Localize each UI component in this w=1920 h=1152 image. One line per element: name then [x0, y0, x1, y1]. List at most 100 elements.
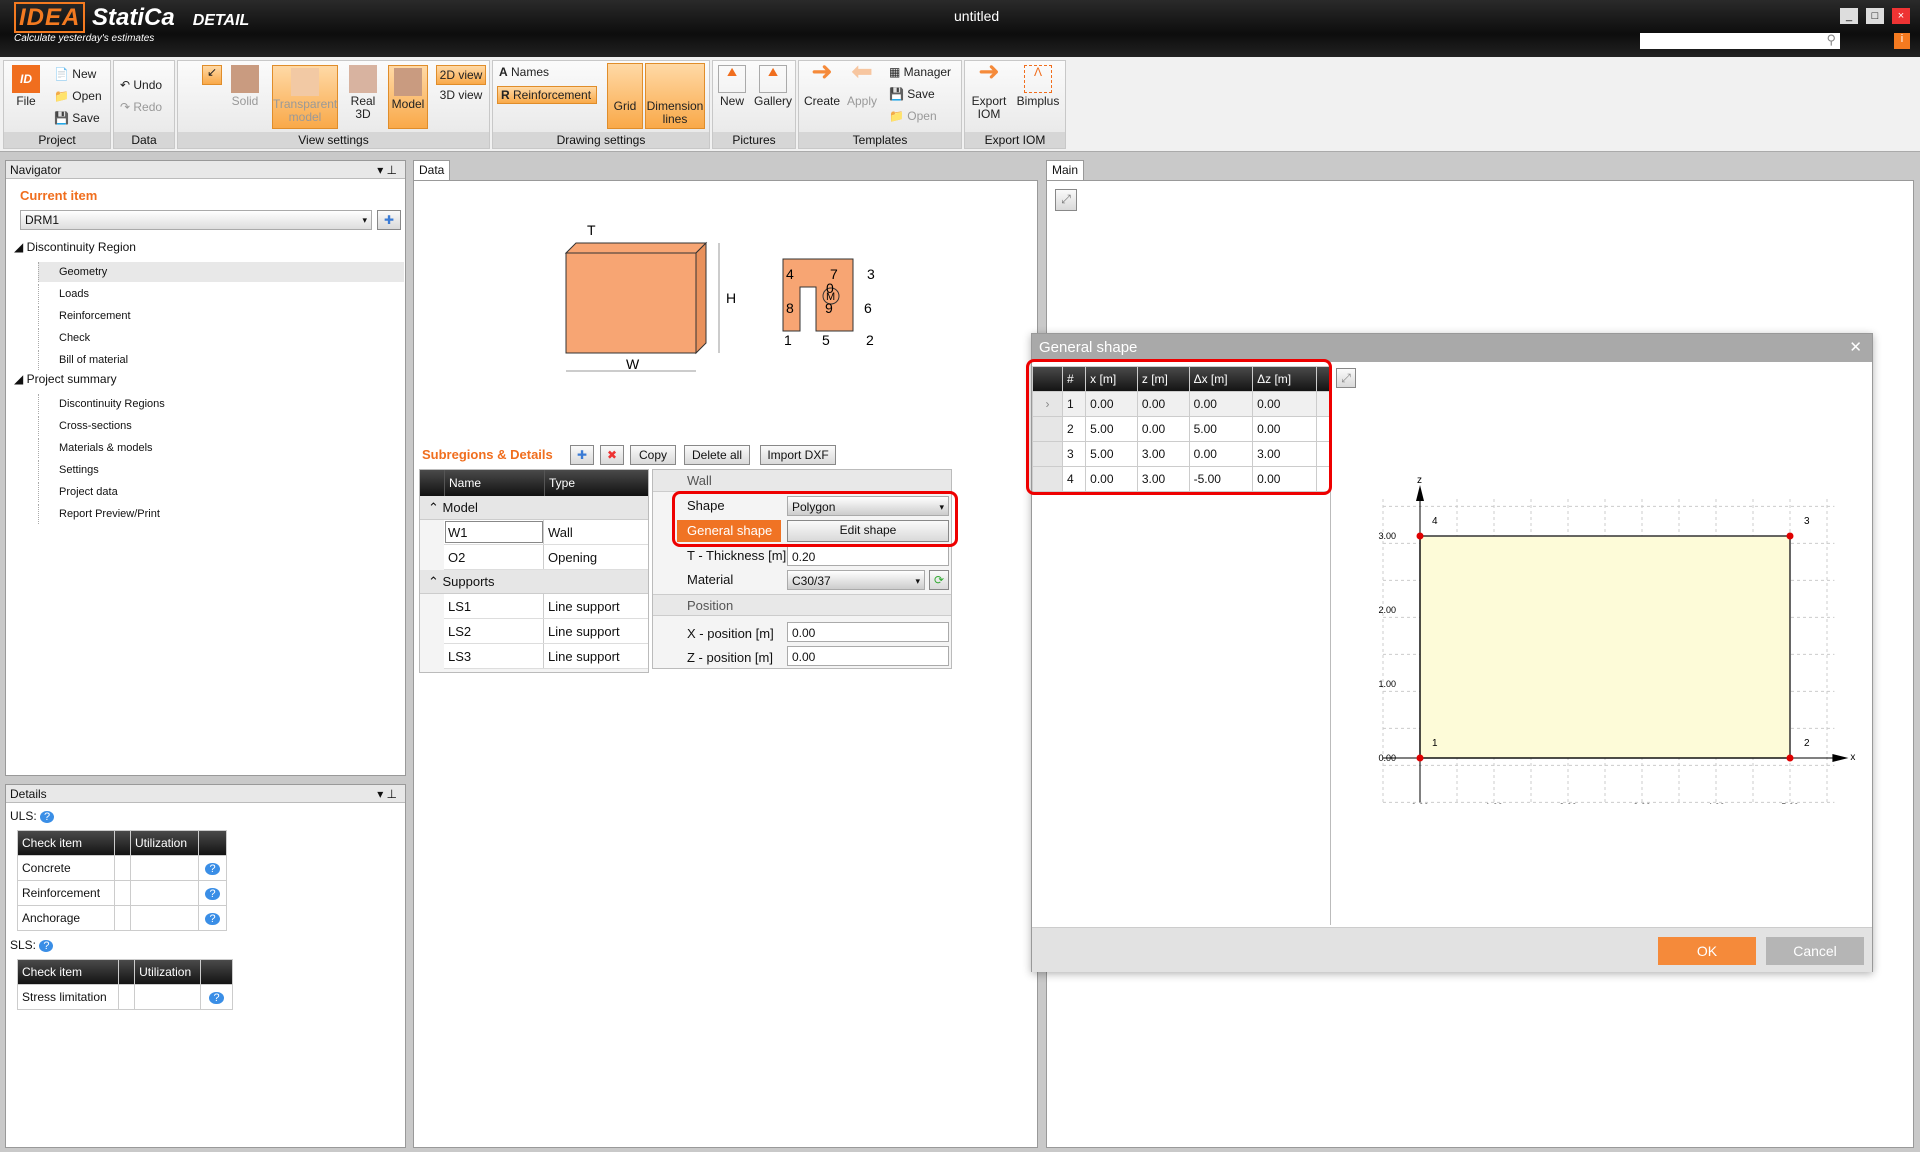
group-label: Templates [799, 132, 961, 148]
export-icon: ➜ [978, 56, 1000, 86]
general-shape-dialog: General shape ✕ # x [m] z [m] Δx [m] Δz [m] › 1… [1026, 333, 1873, 972]
undo-button[interactable]: ↶ Undo [120, 79, 162, 92]
material-label: Material [687, 572, 734, 587]
names-button[interactable]: A Names [499, 66, 549, 79]
shape-point [1416, 754, 1424, 762]
z-arrow-icon [1416, 485, 1424, 501]
help-icon[interactable]: ? [40, 811, 55, 823]
bimplus-button[interactable]: Λ Bimplus [1015, 65, 1061, 108]
point-label: 4 [1432, 516, 1438, 527]
tree-item[interactable]: Discontinuity Regions [38, 394, 404, 414]
sls-label: SLS: ? [10, 938, 54, 952]
sketch-point-label: 8 [786, 300, 794, 316]
delete-all-button[interactable]: Delete all [684, 445, 750, 465]
grid-group[interactable]: ⌃ Supports [420, 570, 648, 594]
tree-item[interactable]: Bill of material [38, 350, 404, 370]
export-iom-button[interactable]: ➜ Export IOM [969, 56, 1009, 121]
open-project-button[interactable]: 📁 Open [54, 90, 102, 103]
2d-view-button[interactable]: 2D view [436, 65, 486, 85]
gallery-button[interactable]: ⛰ Gallery [753, 65, 793, 108]
save-template-button[interactable]: 💾 Save [889, 88, 935, 101]
grid-row[interactable]: W1 Wall [444, 520, 648, 545]
x-position-input[interactable]: 0.00 [787, 622, 949, 642]
current-item-label: Current item [20, 188, 98, 203]
copy-button[interactable]: Copy [630, 445, 676, 465]
title-bar: IDEA StatiCa DETAIL Calculate yesterday's… [0, 0, 1920, 57]
row-name: LS1 [444, 594, 544, 618]
thickness-input[interactable]: 0.20 [787, 546, 949, 566]
row-name: LS2 [444, 619, 544, 643]
axis-view-button[interactable]: ↙ [202, 65, 222, 85]
close-button[interactable]: × [1892, 8, 1910, 24]
col-type[interactable]: Type [544, 470, 648, 496]
grid-group[interactable]: ⌃ Model [420, 496, 648, 520]
help-icon[interactable]: ? [205, 888, 220, 900]
z-position-input[interactable]: 0.00 [787, 646, 949, 666]
col-name[interactable]: Name [444, 470, 544, 496]
tree-item[interactable]: Project data [38, 482, 404, 502]
minimize-button[interactable]: _ [1840, 8, 1858, 24]
grid-row[interactable]: LS2 Line support [444, 619, 648, 644]
tree-item[interactable]: Check [38, 328, 404, 348]
dimension-lines-button[interactable]: Dimension lines [645, 63, 705, 129]
new-project-button[interactable]: 📄 New [54, 68, 96, 81]
help-icon[interactable]: ? [205, 863, 220, 875]
grid-row[interactable]: O2 Opening [444, 545, 648, 570]
add-subregion-button[interactable]: ✚ [570, 445, 594, 465]
real-3d-button[interactable]: Real 3D [348, 65, 378, 121]
solid-button[interactable]: Solid [230, 65, 260, 108]
import-dxf-button[interactable]: Import DXF [760, 445, 836, 465]
tree-item[interactable]: Materials & models [38, 438, 404, 458]
apply-template-button[interactable]: ⬅ Apply [845, 58, 879, 108]
help-icon[interactable]: ? [39, 940, 54, 952]
refresh-icon[interactable]: ⟳ [929, 570, 949, 590]
fullscreen-icon[interactable]: ⤢ [1336, 368, 1356, 388]
model-button[interactable]: Model [388, 65, 428, 129]
tab-main[interactable]: Main [1046, 160, 1085, 180]
tree-group[interactable]: ◢ Project summary [14, 372, 117, 386]
tree-item[interactable]: Loads [38, 284, 404, 304]
help-icon[interactable]: ? [205, 913, 220, 925]
maximize-button[interactable]: □ [1866, 8, 1884, 24]
tree-item[interactable]: Cross-sections [38, 416, 404, 436]
add-item-button[interactable]: ✚ [377, 210, 401, 230]
pin-icon[interactable]: ▾ ⊥ [377, 785, 397, 803]
grid-row[interactable]: LS1 Line support [444, 594, 648, 619]
ok-button[interactable]: OK [1658, 937, 1756, 965]
grid-row[interactable]: LS3 Line support [444, 644, 648, 669]
create-template-button[interactable]: ➜ Create [803, 58, 841, 108]
tree-item[interactable]: Geometry [38, 262, 404, 282]
redo-button[interactable]: ↷ Redo [120, 101, 162, 114]
tab-data[interactable]: Data [413, 160, 451, 180]
new-picture-button[interactable]: ⛰ New [717, 65, 747, 108]
search-input[interactable]: ⚲ [1640, 32, 1840, 49]
sketch-point-label: 2 [866, 332, 874, 348]
tree-item[interactable]: Reinforcement [38, 306, 404, 326]
info-icon[interactable]: i [1894, 33, 1910, 49]
file-button[interactable]: ID File [8, 65, 44, 108]
save-project-button[interactable]: 💾 Save [54, 112, 100, 125]
fullscreen-icon[interactable]: ⤢ [1055, 189, 1077, 211]
delete-subregion-button[interactable]: ✖ [600, 445, 624, 465]
cancel-button[interactable]: Cancel [1766, 937, 1864, 965]
material-select[interactable]: C30/37 ▾ [787, 570, 925, 590]
utilization-value [129, 855, 200, 881]
current-item-select[interactable]: DRM1 ▾ [20, 210, 372, 230]
manager-button[interactable]: ▦ Manager [889, 66, 951, 79]
open-template-button[interactable]: 📁 Open [889, 110, 937, 123]
dialog-close-button[interactable]: ✕ [1849, 334, 1862, 362]
window-title: untitled [954, 8, 1000, 24]
3d-view-button[interactable]: 3D view [436, 89, 486, 102]
help-icon[interactable]: ? [209, 992, 224, 1004]
tree-group[interactable]: ◢ Discontinuity Region [14, 240, 136, 254]
transparent-model-button[interactable]: Transparent model [272, 65, 338, 129]
group-drawing-settings: A Names R Reinforcement Grid Dimension l… [492, 60, 710, 149]
pin-icon[interactable]: ▾ ⊥ [377, 161, 397, 179]
reinforcement-button[interactable]: R Reinforcement [497, 86, 597, 104]
grid-header: Name Type [420, 470, 648, 496]
tree-item[interactable]: Settings [38, 460, 404, 480]
tree-item[interactable]: Report Preview/Print [38, 504, 404, 524]
grid-button[interactable]: Grid [607, 63, 643, 129]
bimplus-icon: Λ [1024, 65, 1052, 93]
group-label: Drawing settings [493, 132, 709, 148]
